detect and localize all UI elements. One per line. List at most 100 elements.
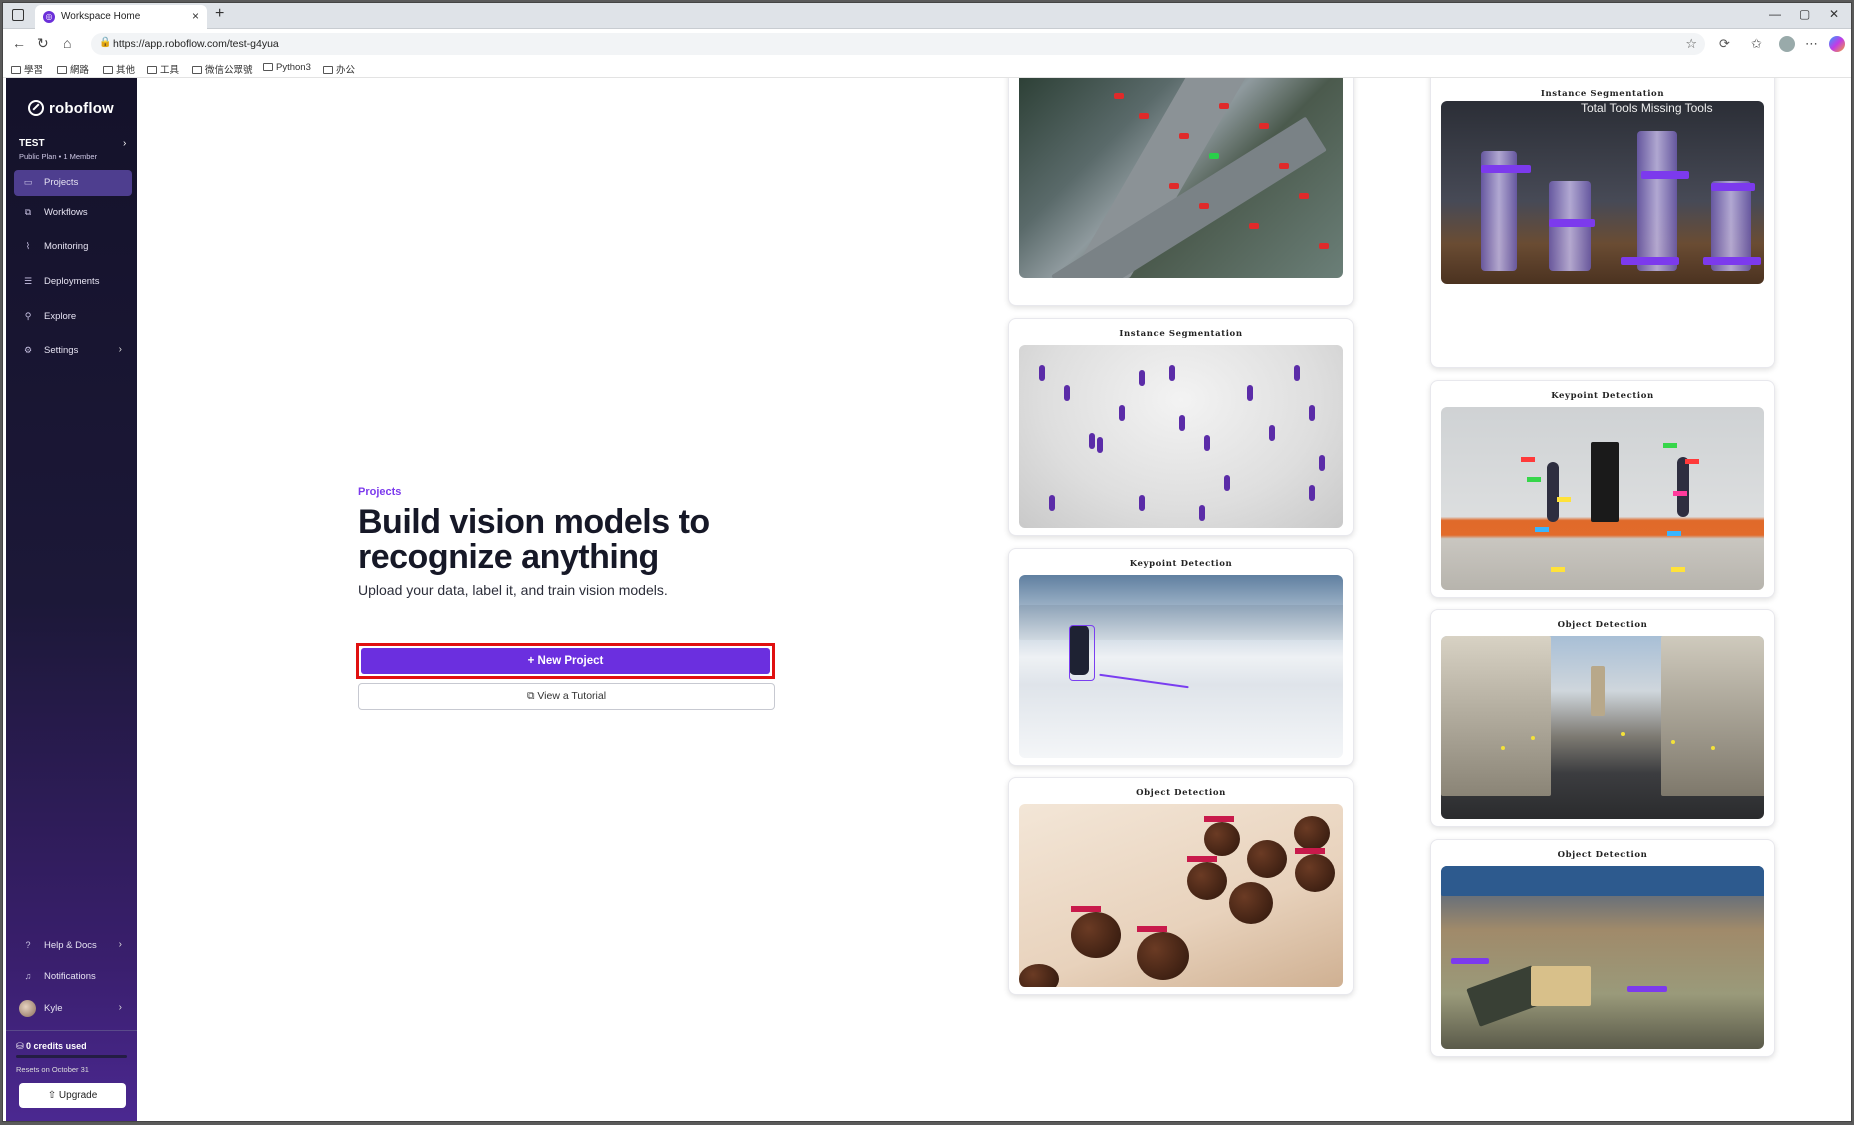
segmented-person xyxy=(1319,455,1325,471)
section-eyebrow: Projects xyxy=(358,486,402,498)
home-icon[interactable]: ⌂ xyxy=(63,35,71,51)
detection-box xyxy=(1209,153,1219,159)
doorway xyxy=(1591,442,1619,522)
detection-box xyxy=(1711,746,1715,750)
projects-icon: ▭ xyxy=(23,177,33,187)
sidebar-item-user[interactable]: Kyle › xyxy=(6,996,132,1022)
roboflow-favicon-icon: ◎ xyxy=(43,11,55,23)
gallery-image xyxy=(1019,78,1343,278)
new-project-button[interactable]: + New Project xyxy=(361,648,770,674)
gallery-card[interactable]: Object Detection xyxy=(1430,839,1775,1057)
reload-icon[interactable]: ↻ xyxy=(37,35,49,52)
detection-box xyxy=(1259,123,1269,129)
credits-used: ⛁ 0 credits used xyxy=(16,1041,87,1051)
profile-icon[interactable] xyxy=(1779,36,1795,52)
detection-box xyxy=(1531,736,1535,740)
segmented-person xyxy=(1039,365,1045,381)
sidebar-item-deployments[interactable]: ☰ Deployments xyxy=(14,269,132,295)
roboflow-logo[interactable]: roboflow xyxy=(28,100,114,117)
tower xyxy=(1591,666,1605,716)
gallery-card[interactable]: Keypoint Detection xyxy=(1430,380,1775,598)
truffle xyxy=(1019,964,1059,987)
favorite-star-icon[interactable]: ☆ xyxy=(1685,36,1697,52)
detection-label xyxy=(1137,926,1167,932)
gallery-image xyxy=(1019,575,1343,758)
sidebar-item-monitoring[interactable]: ⌇ Monitoring xyxy=(14,234,132,260)
tab-actions-icon[interactable] xyxy=(12,9,24,21)
detection-label xyxy=(1621,257,1679,265)
sidebar-item-settings[interactable]: ⚙ Settings › xyxy=(14,338,132,364)
gallery-image xyxy=(1019,804,1343,987)
help-icon: ? xyxy=(25,940,31,950)
gallery-card[interactable]: Keypoint Detection xyxy=(1008,548,1354,766)
detection-box xyxy=(1219,103,1229,109)
workspace-plan: Public Plan • 1 Member xyxy=(19,152,98,161)
detection-label xyxy=(1295,848,1325,854)
gallery-card[interactable]: Object Detection xyxy=(1008,777,1354,995)
detection-box xyxy=(1179,133,1189,139)
bookmark-folder[interactable]: 工具 xyxy=(147,62,179,76)
more-menu-icon[interactable]: ⋯ xyxy=(1805,36,1818,52)
sidebar-item-explore[interactable]: ⚲ Explore xyxy=(14,304,132,330)
sidebar-item-workflows[interactable]: ⧉ Workflows xyxy=(14,200,132,226)
favorites-icon[interactable]: ✩ xyxy=(1751,36,1762,52)
sidebar-item-label: Workflows xyxy=(44,207,88,218)
sidebar-item-label: Help & Docs xyxy=(44,940,97,951)
gallery-card[interactable] xyxy=(1008,78,1354,306)
minimize-icon[interactable]: — xyxy=(1769,7,1781,21)
bookmark-folder[interactable]: 微信公眾號 xyxy=(192,62,253,76)
gallery-card[interactable]: Instance Segmentation xyxy=(1008,318,1354,536)
refresh-extension-icon[interactable]: ⟳ xyxy=(1719,36,1730,52)
workspace-name: TEST xyxy=(19,138,45,149)
sidebar-item-help[interactable]: ? Help & Docs › xyxy=(14,933,132,959)
sidebar-item-label: Projects xyxy=(44,177,79,188)
bookmark-folder[interactable]: 其他 xyxy=(103,62,135,76)
gallery-card-title: Object Detection xyxy=(1557,620,1648,630)
copilot-icon[interactable] xyxy=(1829,36,1845,52)
browser-tab[interactable]: ◎ Workspace Home × xyxy=(35,5,207,29)
truffle xyxy=(1229,882,1273,924)
page-title: Build vision models to recognize anythin… xyxy=(358,503,710,576)
view-tutorial-button[interactable]: ⧉ View a Tutorial xyxy=(358,683,775,710)
detection-label xyxy=(1641,171,1689,179)
keypoint-label xyxy=(1535,527,1549,532)
back-icon[interactable]: ← xyxy=(12,35,26,51)
detection-box xyxy=(1671,740,1675,744)
url-field[interactable]: 🔒 https://app.roboflow.com/test-g4yua ☆ xyxy=(91,33,1705,55)
folder-icon xyxy=(103,66,113,74)
gallery-card[interactable]: Object Detection xyxy=(1430,609,1775,827)
tab-close-icon[interactable]: × xyxy=(192,9,199,23)
browser-window: ◎ Workspace Home × + — ▢ ✕ ← ↻ ⌂ 🔒 https… xyxy=(2,2,1852,1122)
maximize-icon[interactable]: ▢ xyxy=(1799,7,1810,21)
gallery-image xyxy=(1019,345,1343,528)
sidebar-item-notifications[interactable]: ♫ Notifications xyxy=(14,964,132,990)
sidebar-item-projects[interactable]: ▭ Projects xyxy=(14,170,132,196)
segmented-person xyxy=(1089,433,1095,449)
bookmark-folder[interactable]: 學習 xyxy=(11,62,43,76)
close-window-icon[interactable]: ✕ xyxy=(1829,7,1839,21)
new-tab-button[interactable]: + xyxy=(215,5,224,23)
credits-panel: ⛁ 0 credits used Resets on October 31 ⇧ … xyxy=(6,1030,137,1121)
keypoint-label xyxy=(1673,491,1687,496)
keypoint-skeleton xyxy=(1069,625,1095,681)
box xyxy=(1531,966,1591,1006)
truffle xyxy=(1071,912,1121,958)
sidebar-item-label: Settings xyxy=(44,345,79,356)
keypoint-label xyxy=(1557,497,1571,502)
segmented-person xyxy=(1064,385,1070,401)
segmented-person xyxy=(1309,485,1315,501)
bookmark-folder[interactable]: Python3 xyxy=(263,62,311,73)
deployments-icon: ☰ xyxy=(23,276,33,286)
gallery-card[interactable]: Instance Segmentation Total Tools Missin… xyxy=(1430,78,1775,368)
truffle xyxy=(1247,840,1287,878)
gallery-card-title: Instance Segmentation xyxy=(1540,89,1665,99)
detection-label xyxy=(1703,257,1761,265)
bookmark-folder[interactable]: 網路 xyxy=(57,62,89,76)
segmented-person xyxy=(1179,415,1185,431)
external-link-icon: ⧉ xyxy=(526,690,538,702)
bookmark-folder[interactable]: 办公 xyxy=(323,62,355,76)
building xyxy=(1661,636,1764,796)
detection-label xyxy=(1627,986,1667,992)
segmented-person xyxy=(1247,385,1253,401)
upgrade-button[interactable]: ⇧ Upgrade xyxy=(19,1083,126,1108)
